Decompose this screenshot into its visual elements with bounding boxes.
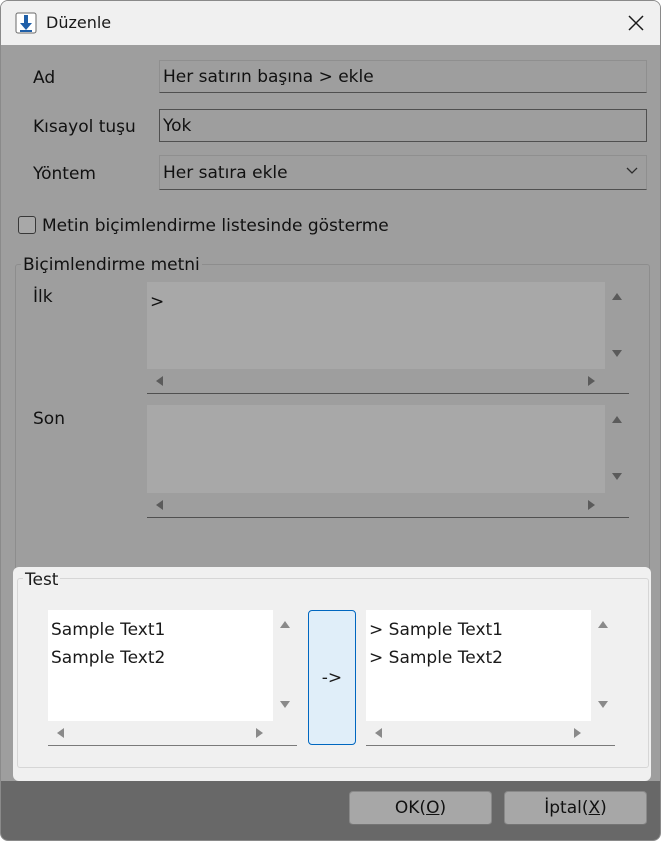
test-output-vertical-scrollbar[interactable] [591,610,615,721]
scroll-up-icon [598,621,608,628]
edit-dialog: Düzenle Ad Her satırın başına > ekle Kıs… [0,0,661,841]
scroll-down-icon [280,701,290,708]
scroll-down-icon [598,701,608,708]
test-input-textarea[interactable]: Sample Text1 Sample Text2 [48,610,297,746]
scroll-right-icon [256,728,263,738]
test-input-content: Sample Text1 Sample Text2 [48,610,273,721]
scroll-left-icon [375,728,382,738]
bottom-dim-overlay [1,781,660,840]
scrollbar-corner [591,721,615,745]
apply-format-button[interactable]: -> [308,610,356,745]
test-output-horizontal-scrollbar[interactable] [366,721,591,745]
close-button[interactable] [624,11,648,35]
download-arrow-icon [15,12,37,34]
close-icon [628,15,644,31]
title-bar: Düzenle [1,1,660,45]
scroll-left-icon [57,728,64,738]
test-output-textarea[interactable]: > Sample Text1 > Sample Text2 [366,610,615,746]
scroll-up-icon [280,621,290,628]
scroll-right-icon [574,728,581,738]
test-group-title: Test [23,570,61,590]
test-input-horizontal-scrollbar[interactable] [48,721,273,745]
test-input-vertical-scrollbar[interactable] [273,610,297,721]
scrollbar-corner [273,721,297,745]
test-output-content: > Sample Text1 > Sample Text2 [366,610,591,721]
window-title: Düzenle [46,13,112,32]
